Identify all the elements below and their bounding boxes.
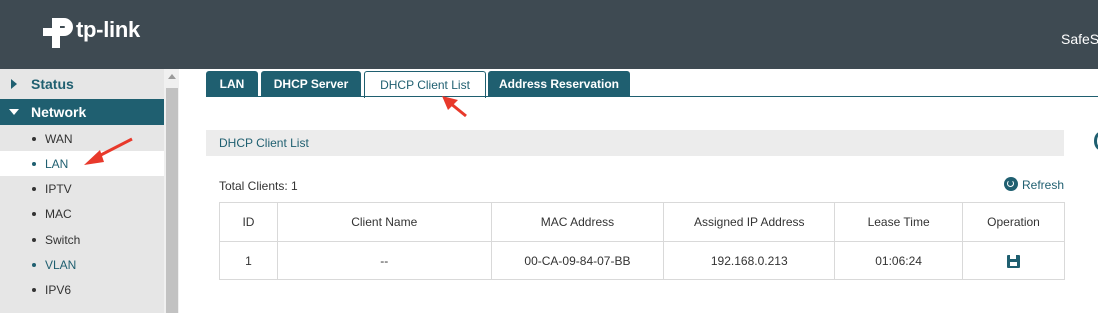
sidebar-item-label: IPV6 [45, 283, 72, 297]
sidebar-item-vlan[interactable]: VLAN [0, 252, 164, 277]
column-header-lease-time: Lease Time [834, 202, 964, 242]
sidebar-item-label: VLAN [45, 258, 77, 272]
cell-id: 1 [219, 241, 278, 280]
refresh-label: Refresh [1022, 178, 1065, 192]
column-header-client-name: Client Name [276, 202, 492, 242]
scroll-up-arrow-icon[interactable] [168, 74, 176, 79]
tab-underline [206, 96, 1098, 97]
sidebar-item-label: LAN [45, 157, 69, 171]
cell-mac-address: 00-CA-09-84-07-BB [490, 241, 665, 280]
help-icon[interactable] [1094, 132, 1098, 150]
chevron-down-icon [9, 109, 19, 115]
bullet-icon [32, 238, 36, 242]
cell-lease-time: 01:06:24 [834, 241, 964, 280]
sidebar-group-network[interactable]: Network [0, 99, 164, 125]
sidebar: Status Network WAN LAN IPTV MAC Switch V… [0, 69, 164, 313]
tab-address-reservation[interactable]: Address Reservation [488, 71, 630, 97]
panel-title: DHCP Client List [219, 136, 309, 150]
panel-header: DHCP Client List [206, 130, 1064, 156]
bullet-icon [32, 162, 36, 166]
cell-assigned-ip: 192.168.0.213 [663, 241, 836, 280]
cell-operation [962, 241, 1065, 280]
annotation-arrow-icon [84, 137, 133, 165]
bullet-icon [32, 212, 36, 216]
bullet-icon [32, 288, 36, 292]
sidebar-item-switch[interactable]: Switch [0, 227, 164, 252]
sidebar-item-label: MAC [45, 207, 72, 221]
bullet-icon [32, 263, 36, 267]
sidebar-item-label: IPTV [45, 182, 72, 196]
tab-dhcp-server[interactable]: DHCP Server [261, 71, 361, 97]
column-header-assigned-ip: Assigned IP Address [663, 202, 836, 242]
total-clients: Total Clients: 1 [219, 179, 298, 193]
client-table: ID Client Name MAC Address Assigned IP A… [219, 202, 1065, 280]
sidebar-item-ipv6[interactable]: IPV6 [0, 277, 164, 302]
tab-lan[interactable]: LAN [206, 71, 258, 97]
sidebar-item-mac[interactable]: MAC [0, 201, 164, 226]
header-right-text: SafeS [1061, 31, 1098, 47]
bullet-icon [32, 187, 36, 191]
logo-text: tp-link [76, 17, 140, 42]
annotation-arrow-icon [442, 96, 467, 118]
cell-client-name: -- [276, 241, 492, 280]
sidebar-group-label: Status [31, 76, 74, 92]
column-header-mac-address: MAC Address [490, 202, 665, 242]
sidebar-item-label: WAN [45, 132, 73, 146]
sidebar-group-status[interactable]: Status [0, 71, 164, 97]
column-header-operation: Operation [962, 202, 1065, 242]
refresh-icon [1004, 177, 1018, 191]
scrollbar-thumb[interactable] [166, 88, 178, 313]
column-header-id: ID [219, 202, 278, 242]
table-row: 1 -- 00-CA-09-84-07-BB 192.168.0.213 01:… [219, 241, 1065, 280]
table-header-row: ID Client Name MAC Address Assigned IP A… [219, 202, 1065, 242]
sidebar-item-iptv[interactable]: IPTV [0, 176, 164, 201]
sidebar-group-label: Network [31, 104, 87, 120]
sidebar-item-label: Switch [45, 233, 81, 247]
chevron-right-icon [11, 79, 17, 89]
save-icon[interactable] [1007, 254, 1021, 268]
top-header: tp-link SafeS [0, 0, 1098, 69]
bullet-icon [32, 137, 36, 141]
